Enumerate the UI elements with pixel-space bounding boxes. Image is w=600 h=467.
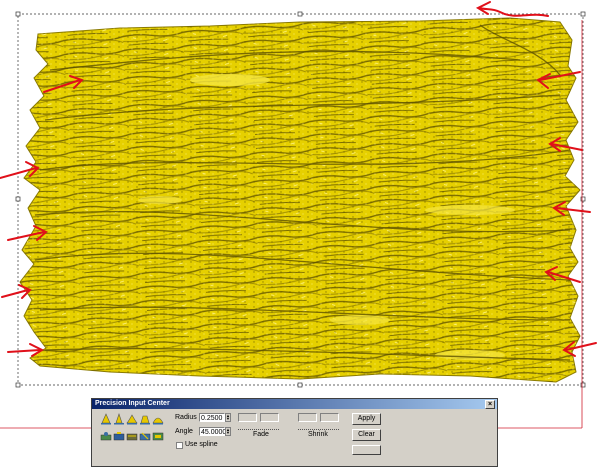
fade-label: Fade: [253, 431, 269, 438]
shrink-box-left[interactable]: [298, 413, 317, 422]
arrow-annotation-3: [7, 225, 48, 241]
relief-model: [19, 17, 581, 383]
cone-round-tool-icon[interactable]: [152, 413, 164, 425]
radius-input[interactable]: 0.2500: [199, 413, 225, 422]
dig-tool-icon[interactable]: [139, 430, 151, 442]
extra-button[interactable]: [352, 445, 381, 455]
shrink-box-right[interactable]: [320, 413, 339, 422]
blend-tool-icon[interactable]: [126, 430, 138, 442]
fade-slider[interactable]: [238, 425, 279, 430]
angle-label: Angle: [175, 428, 193, 435]
clear-button[interactable]: Clear: [352, 429, 381, 441]
angle-input[interactable]: 45.0000: [199, 427, 226, 436]
layer-tool-icon[interactable]: [152, 430, 164, 442]
cone-sculpt-tool-icon[interactable]: [100, 413, 112, 425]
smooth-tool-icon[interactable]: [100, 430, 112, 442]
dialog-title: Precision Input Center: [95, 400, 170, 407]
use-spline-label: Use spline: [185, 441, 218, 448]
fade-box-right[interactable]: [260, 413, 279, 422]
cone-sharp-tool-icon[interactable]: [113, 413, 125, 425]
angle-spinner[interactable]: ▲ ▼: [225, 427, 231, 436]
radius-label: Radius: [175, 414, 197, 421]
arrow-annotation-top: [475, 1, 549, 17]
dialog-title-bar[interactable]: Precision Input Center ×: [92, 399, 497, 409]
precision-input-dialog: Precision Input Center × Radius 0.2500 ▲…: [91, 398, 498, 467]
shrink-label: Shrink: [308, 431, 328, 438]
shrink-slider[interactable]: [298, 425, 339, 430]
cone-soft-tool-icon[interactable]: [126, 413, 138, 425]
close-icon[interactable]: ×: [485, 400, 495, 409]
use-spline-checkbox[interactable]: [176, 442, 183, 449]
fade-box-left[interactable]: [238, 413, 257, 422]
arrow-annotation-5: [7, 343, 45, 357]
cone-flat-tool-icon[interactable]: [139, 413, 151, 425]
apply-button[interactable]: Apply: [352, 413, 381, 425]
stamp-tool-icon[interactable]: [113, 430, 125, 442]
viewport-canvas[interactable]: [0, 0, 600, 467]
radius-spinner[interactable]: ▲ ▼: [225, 413, 231, 422]
